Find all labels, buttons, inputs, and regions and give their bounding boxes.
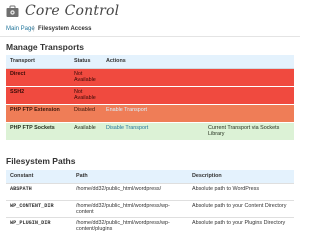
path-description: Absolute path to your Plugins Directory (192, 219, 286, 226)
column-header: Actions (102, 55, 204, 69)
manage-transports-heading: Manage Transports (6, 42, 84, 52)
column-header: Status (70, 55, 102, 69)
column-header: Constant (10, 173, 34, 179)
transport-note: Current Transport via Sockets Library (208, 124, 280, 138)
path-constant: ABSPATH (10, 185, 32, 192)
transport-name: Direct (10, 70, 26, 77)
transport-action (102, 86, 204, 104)
transport-row-ssh2: SSH2 Not Available (6, 86, 294, 104)
gear-toolbox-icon (6, 5, 19, 17)
tab-filesystem-access[interactable]: Filesystem Access (38, 26, 91, 32)
transports-header-row: Transport Status Actions (6, 55, 294, 69)
paths-header-row: Constant Path Description (6, 170, 294, 183)
transport-row-direct: Direct Not Available (6, 68, 294, 86)
tab-divider (0, 36, 300, 37)
page-header: Core Control (0, 0, 300, 22)
path-row-wp-plugin-dir: WP_PLUGIN_DIR /home/dd32/public_html/wor… (6, 217, 294, 234)
transport-row-php-ftp-sockets: PHP FTP Sockets Available Disable Transp… (6, 122, 294, 140)
column-header: Path (76, 173, 88, 179)
transport-action-cell: Enable Transport (102, 104, 204, 122)
tab-bar: Main Page | Filesystem Access (0, 24, 300, 36)
disable-transport-link[interactable]: Disable Transport (106, 125, 148, 131)
transport-name: PHP FTP Sockets (10, 124, 55, 131)
column-header: Transport (6, 55, 70, 69)
transport-note (204, 86, 294, 104)
enable-transport-link[interactable]: Enable Transport (106, 107, 147, 113)
path-value: /home/dd32/public_html/wordpress/wp-cont… (76, 202, 170, 216)
transport-name: PHP FTP Extension (10, 106, 60, 113)
transport-action (102, 68, 204, 86)
column-header: Description (192, 173, 222, 179)
app-title: Core Control (25, 3, 120, 19)
column-header (204, 55, 294, 69)
path-constant: WP_PLUGIN_DIR (10, 219, 51, 226)
transport-status: Not Available (74, 88, 96, 102)
transport-status: Disabled (74, 106, 95, 113)
transport-note (204, 68, 294, 86)
path-description: Absolute path to WordPress (192, 185, 260, 192)
transport-name: SSH2 (10, 88, 25, 95)
paths-table: Constant Path Description ABSPATH /home/… (6, 170, 294, 234)
transport-status: Not Available (74, 70, 96, 84)
path-row-abspath: ABSPATH /home/dd32/public_html/wordpress… (6, 183, 294, 200)
transports-table: Transport Status Actions Direct Not Avai… (6, 55, 294, 141)
filesystem-paths-heading: Filesystem Paths (6, 156, 76, 166)
path-value: /home/dd32/public_html/wordpress/wp-cont… (76, 219, 170, 233)
tab-main-page[interactable]: Main Page (6, 26, 35, 32)
tab-separator: | (33, 26, 35, 32)
transport-row-php-ftp-extension: PHP FTP Extension Disabled Enable Transp… (6, 104, 294, 122)
path-row-wp-content-dir: WP_CONTENT_DIR /home/dd32/public_html/wo… (6, 200, 294, 217)
path-constant: WP_CONTENT_DIR (10, 202, 54, 209)
path-description: Absolute path to your Content Directory (192, 202, 287, 209)
transport-status: Available (74, 124, 96, 131)
path-value: /home/dd32/public_html/wordpress/ (76, 185, 162, 192)
transport-note (204, 104, 294, 122)
transport-action-cell: Disable Transport (102, 122, 204, 140)
